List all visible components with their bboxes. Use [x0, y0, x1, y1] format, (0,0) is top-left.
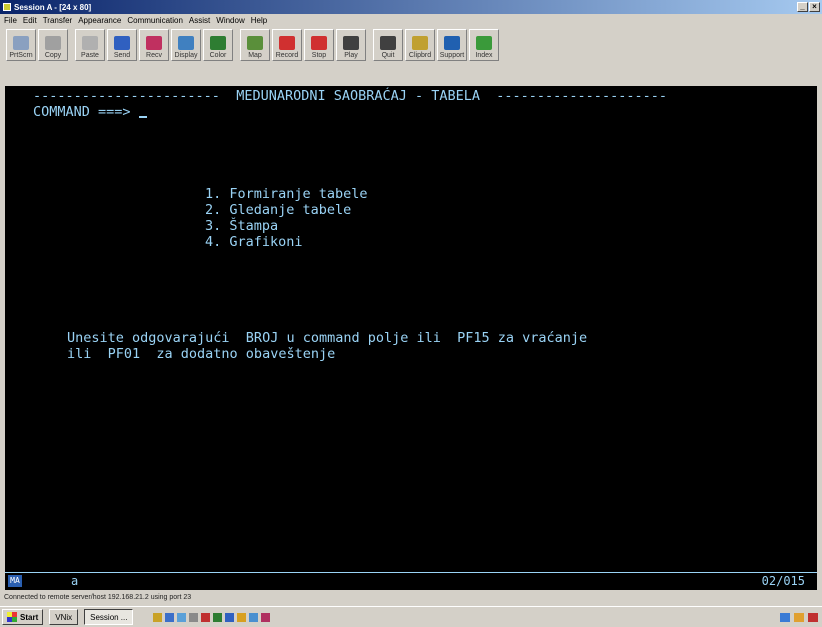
toolbar-button-label: Display	[174, 52, 198, 59]
map-icon	[247, 36, 263, 50]
toolbar-button-label: Copy	[44, 52, 62, 59]
instruction-line-2: ili PF01 za dodatno obaveštenje	[67, 346, 336, 362]
toolbar-button-index[interactable]: Index	[469, 29, 499, 61]
toolbar-button-display[interactable]: Display	[171, 29, 201, 61]
app-icon[interactable]	[177, 612, 187, 622]
menu-window[interactable]: Window	[216, 16, 244, 25]
toolbar-button-label: Support	[439, 52, 465, 59]
menu-option-1: 1. Formiranje tabele	[205, 186, 368, 202]
display-icon	[178, 36, 194, 50]
tray-icon[interactable]	[808, 612, 818, 622]
app-icon[interactable]	[189, 612, 199, 622]
windows-logo-icon	[7, 612, 17, 622]
cursor-position: 02/015	[761, 574, 805, 588]
menu-option-4: 4. Grafikoni	[205, 234, 303, 250]
menu-edit[interactable]: Edit	[23, 16, 37, 25]
toolbar-button-label: Map	[248, 52, 262, 59]
menu-file[interactable]: File	[4, 16, 17, 25]
paste-icon	[82, 36, 98, 50]
start-label: Start	[20, 612, 39, 622]
app-icon[interactable]	[237, 612, 247, 622]
menu-communication[interactable]: Communication	[127, 16, 183, 25]
menu-bar: File Edit Transfer Appearance Communicat…	[0, 14, 822, 27]
toolbar-button-clipbrd[interactable]: Clipbrd	[405, 29, 435, 61]
operator-info-area: MA a 02/015	[5, 572, 817, 590]
play-icon	[343, 36, 359, 50]
status-bar: Connected to remote server/host 192.168.…	[4, 594, 192, 601]
toolbar-button-copy[interactable]: Copy	[38, 29, 68, 61]
toolbar: PrtScrn Copy Paste Send Recv Display Color Map R…	[0, 27, 822, 63]
menu-option-3: 3. Štampa	[205, 218, 279, 234]
title-bar: Session A - [24 x 80] _ ×	[0, 0, 822, 14]
ma-indicator: MA	[8, 575, 22, 587]
taskbar-item-vnix[interactable]: VNix	[49, 609, 79, 625]
command-prompt: COMMAND ===>	[33, 104, 131, 120]
toolbar-button-prtscrn[interactable]: PrtScrn	[6, 29, 36, 61]
window-title: Session A - [24 x 80]	[14, 2, 92, 12]
tray-icon[interactable]	[794, 612, 804, 622]
send-icon	[114, 36, 130, 50]
toolbar-button-color[interactable]: Color	[203, 29, 233, 61]
toolbar-button-send[interactable]: Send	[107, 29, 137, 61]
network-icon[interactable]	[780, 612, 790, 622]
toolbar-button-label: Quit	[381, 52, 395, 59]
menu-transfer[interactable]: Transfer	[43, 16, 73, 25]
toolbar-button-label: Record	[275, 52, 299, 59]
toolbar-button-quit[interactable]: Quit	[373, 29, 403, 61]
stop-icon	[311, 36, 327, 50]
toolbar-button-label: Color	[209, 52, 227, 59]
index-icon	[476, 36, 492, 50]
color-icon	[210, 36, 226, 50]
taskbar: Start VNix Session ...	[0, 606, 822, 627]
session-indicator: a	[71, 574, 79, 588]
toolbar-button-support[interactable]: Support	[437, 29, 467, 61]
quick-launch	[153, 612, 271, 622]
minimize-button[interactable]: _	[797, 2, 808, 12]
toolbar-button-label: Paste	[81, 52, 99, 59]
app-icon[interactable]	[201, 612, 211, 622]
copy-icon	[45, 36, 61, 50]
system-tray	[780, 609, 818, 625]
toolbar-button-label: Index	[475, 52, 493, 59]
toolbar-button-play[interactable]: Play	[336, 29, 366, 61]
app-icon[interactable]	[213, 612, 223, 622]
record-icon	[279, 36, 295, 50]
toolbar-button-label: Recv	[146, 52, 162, 59]
quit-icon	[380, 36, 396, 50]
app-icon[interactable]	[165, 612, 175, 622]
taskbar-item-label: Session ...	[90, 612, 128, 622]
toolbar-button-record[interactable]: Record	[272, 29, 302, 61]
toolbar-button-label: PrtScrn	[9, 52, 33, 59]
toolbar-button-label: Send	[113, 52, 131, 59]
screen-header: ----------------------- MEDUNARODNI SAOB…	[33, 88, 667, 104]
command-line: COMMAND ===>	[33, 104, 147, 120]
terminal-screen[interactable]: ----------------------- MEDUNARODNI SAOB…	[5, 86, 817, 572]
start-button[interactable]: Start	[2, 609, 44, 625]
receive-icon	[146, 36, 162, 50]
folder-icon[interactable]	[153, 612, 163, 622]
menu-option-2: 2. Gledanje tabele	[205, 202, 352, 218]
command-input[interactable]	[138, 116, 147, 118]
taskbar-item-label: VNix	[55, 612, 73, 622]
print-screen-icon	[13, 36, 29, 50]
toolbar-button-label: Stop	[311, 52, 327, 59]
instruction-line-1: Unesite odgovarajući BROJ u command polj…	[67, 330, 588, 346]
menu-help[interactable]: Help	[251, 16, 267, 25]
toolbar-button-recv[interactable]: Recv	[139, 29, 169, 61]
support-icon	[444, 36, 460, 50]
toolbar-button-label: Clipbrd	[408, 52, 432, 59]
app-icon[interactable]	[249, 612, 259, 622]
toolbar-button-map[interactable]: Map	[240, 29, 270, 61]
toolbar-button-stop[interactable]: Stop	[304, 29, 334, 61]
menu-assist[interactable]: Assist	[189, 16, 210, 25]
app-icon[interactable]	[225, 612, 235, 622]
close-button[interactable]: ×	[809, 2, 820, 12]
clipboard-icon	[412, 36, 428, 50]
taskbar-item-session[interactable]: Session ...	[84, 609, 134, 625]
toolbar-button-label: Play	[344, 52, 358, 59]
toolbar-button-paste[interactable]: Paste	[75, 29, 105, 61]
app-icon[interactable]	[261, 612, 271, 622]
app-icon	[3, 3, 11, 11]
menu-appearance[interactable]: Appearance	[78, 16, 121, 25]
